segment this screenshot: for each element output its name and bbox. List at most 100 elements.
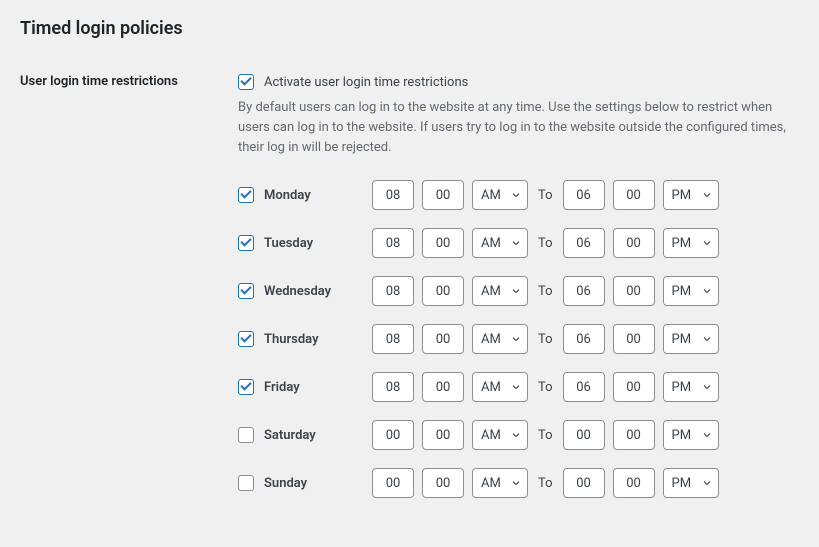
day-name: Saturday bbox=[264, 428, 316, 443]
start-ampm-wrap: AM bbox=[472, 180, 528, 210]
day-row: Friday AM To PM bbox=[238, 372, 799, 402]
to-label: To bbox=[538, 428, 553, 443]
day-checkbox-label[interactable]: Tuesday bbox=[238, 235, 372, 251]
end-ampm-select[interactable]: PM bbox=[663, 372, 719, 402]
day-checkbox[interactable] bbox=[238, 379, 254, 395]
end-ampm-wrap: PM bbox=[663, 372, 719, 402]
end-ampm-wrap: PM bbox=[663, 180, 719, 210]
start-minute-input[interactable] bbox=[422, 180, 464, 210]
start-hour-input[interactable] bbox=[372, 276, 414, 306]
start-ampm-select[interactable]: AM bbox=[472, 372, 528, 402]
day-checkbox-label[interactable]: Saturday bbox=[238, 427, 372, 443]
activate-row: Activate user login time restrictions bbox=[238, 74, 799, 90]
start-hour-input[interactable] bbox=[372, 420, 414, 450]
day-checkbox-label[interactable]: Wednesday bbox=[238, 283, 372, 299]
end-ampm-select[interactable]: PM bbox=[663, 276, 719, 306]
day-checkbox[interactable] bbox=[238, 331, 254, 347]
day-checkbox-label[interactable]: Monday bbox=[238, 187, 372, 203]
start-hour-input[interactable] bbox=[372, 324, 414, 354]
end-ampm-select[interactable]: PM bbox=[663, 468, 719, 498]
end-ampm-select[interactable]: PM bbox=[663, 180, 719, 210]
to-label: To bbox=[538, 380, 553, 395]
start-minute-input[interactable] bbox=[422, 372, 464, 402]
start-ampm-wrap: AM bbox=[472, 372, 528, 402]
end-hour-input[interactable] bbox=[563, 276, 605, 306]
day-name: Thursday bbox=[264, 332, 319, 347]
day-name: Sunday bbox=[264, 476, 307, 491]
start-minute-input[interactable] bbox=[422, 468, 464, 498]
end-minute-input[interactable] bbox=[613, 180, 655, 210]
day-checkbox-label[interactable]: Thursday bbox=[238, 331, 372, 347]
description-text: By default users can log in to the websi… bbox=[238, 98, 798, 158]
end-hour-input[interactable] bbox=[563, 324, 605, 354]
start-ampm-wrap: AM bbox=[472, 228, 528, 258]
day-name: Tuesday bbox=[264, 236, 313, 251]
end-hour-input[interactable] bbox=[563, 180, 605, 210]
day-row: Tuesday AM To PM bbox=[238, 228, 799, 258]
end-minute-input[interactable] bbox=[613, 372, 655, 402]
activate-label[interactable]: Activate user login time restrictions bbox=[264, 75, 468, 90]
end-ampm-wrap: PM bbox=[663, 324, 719, 354]
start-minute-input[interactable] bbox=[422, 276, 464, 306]
start-minute-input[interactable] bbox=[422, 420, 464, 450]
day-row: Sunday AM To PM bbox=[238, 468, 799, 498]
end-ampm-wrap: PM bbox=[663, 468, 719, 498]
day-checkbox[interactable] bbox=[238, 235, 254, 251]
day-checkbox[interactable] bbox=[238, 475, 254, 491]
days-container: Monday AM To PM Tuesday AM To PM Wednesday AM To PM… bbox=[238, 180, 799, 498]
start-ampm-wrap: AM bbox=[472, 468, 528, 498]
day-checkbox[interactable] bbox=[238, 187, 254, 203]
start-hour-input[interactable] bbox=[372, 372, 414, 402]
end-hour-input[interactable] bbox=[563, 468, 605, 498]
day-name: Friday bbox=[264, 380, 300, 395]
setting-content: Activate user login time restrictions By… bbox=[238, 74, 799, 516]
day-row: Monday AM To PM bbox=[238, 180, 799, 210]
to-label: To bbox=[538, 284, 553, 299]
start-ampm-wrap: AM bbox=[472, 324, 528, 354]
end-ampm-wrap: PM bbox=[663, 420, 719, 450]
start-ampm-select[interactable]: AM bbox=[472, 180, 528, 210]
end-minute-input[interactable] bbox=[613, 276, 655, 306]
end-minute-input[interactable] bbox=[613, 324, 655, 354]
end-hour-input[interactable] bbox=[563, 372, 605, 402]
end-ampm-select[interactable]: PM bbox=[663, 420, 719, 450]
end-hour-input[interactable] bbox=[563, 420, 605, 450]
start-ampm-select[interactable]: AM bbox=[472, 276, 528, 306]
day-row: Thursday AM To PM bbox=[238, 324, 799, 354]
day-checkbox[interactable] bbox=[238, 283, 254, 299]
start-hour-input[interactable] bbox=[372, 228, 414, 258]
end-ampm-wrap: PM bbox=[663, 228, 719, 258]
end-minute-input[interactable] bbox=[613, 420, 655, 450]
start-ampm-select[interactable]: AM bbox=[472, 420, 528, 450]
start-ampm-wrap: AM bbox=[472, 276, 528, 306]
day-checkbox[interactable] bbox=[238, 427, 254, 443]
day-row: Saturday AM To PM bbox=[238, 420, 799, 450]
end-hour-input[interactable] bbox=[563, 228, 605, 258]
to-label: To bbox=[538, 188, 553, 203]
start-hour-input[interactable] bbox=[372, 180, 414, 210]
start-ampm-wrap: AM bbox=[472, 420, 528, 450]
start-hour-input[interactable] bbox=[372, 468, 414, 498]
start-minute-input[interactable] bbox=[422, 228, 464, 258]
day-row: Wednesday AM To PM bbox=[238, 276, 799, 306]
to-label: To bbox=[538, 332, 553, 347]
start-ampm-select[interactable]: AM bbox=[472, 228, 528, 258]
start-ampm-select[interactable]: AM bbox=[472, 324, 528, 354]
day-checkbox-label[interactable]: Friday bbox=[238, 379, 372, 395]
page-title: Timed login policies bbox=[20, 18, 799, 39]
to-label: To bbox=[538, 476, 553, 491]
end-ampm-wrap: PM bbox=[663, 276, 719, 306]
activate-checkbox[interactable] bbox=[238, 74, 254, 90]
end-ampm-select[interactable]: PM bbox=[663, 324, 719, 354]
setting-row-restrictions: User login time restrictions Activate us… bbox=[20, 74, 799, 516]
start-ampm-select[interactable]: AM bbox=[472, 468, 528, 498]
end-minute-input[interactable] bbox=[613, 468, 655, 498]
section-label: User login time restrictions bbox=[20, 74, 238, 89]
day-checkbox-label[interactable]: Sunday bbox=[238, 475, 372, 491]
start-minute-input[interactable] bbox=[422, 324, 464, 354]
day-name: Wednesday bbox=[264, 284, 331, 299]
end-ampm-select[interactable]: PM bbox=[663, 228, 719, 258]
day-name: Monday bbox=[264, 188, 311, 203]
to-label: To bbox=[538, 236, 553, 251]
end-minute-input[interactable] bbox=[613, 228, 655, 258]
